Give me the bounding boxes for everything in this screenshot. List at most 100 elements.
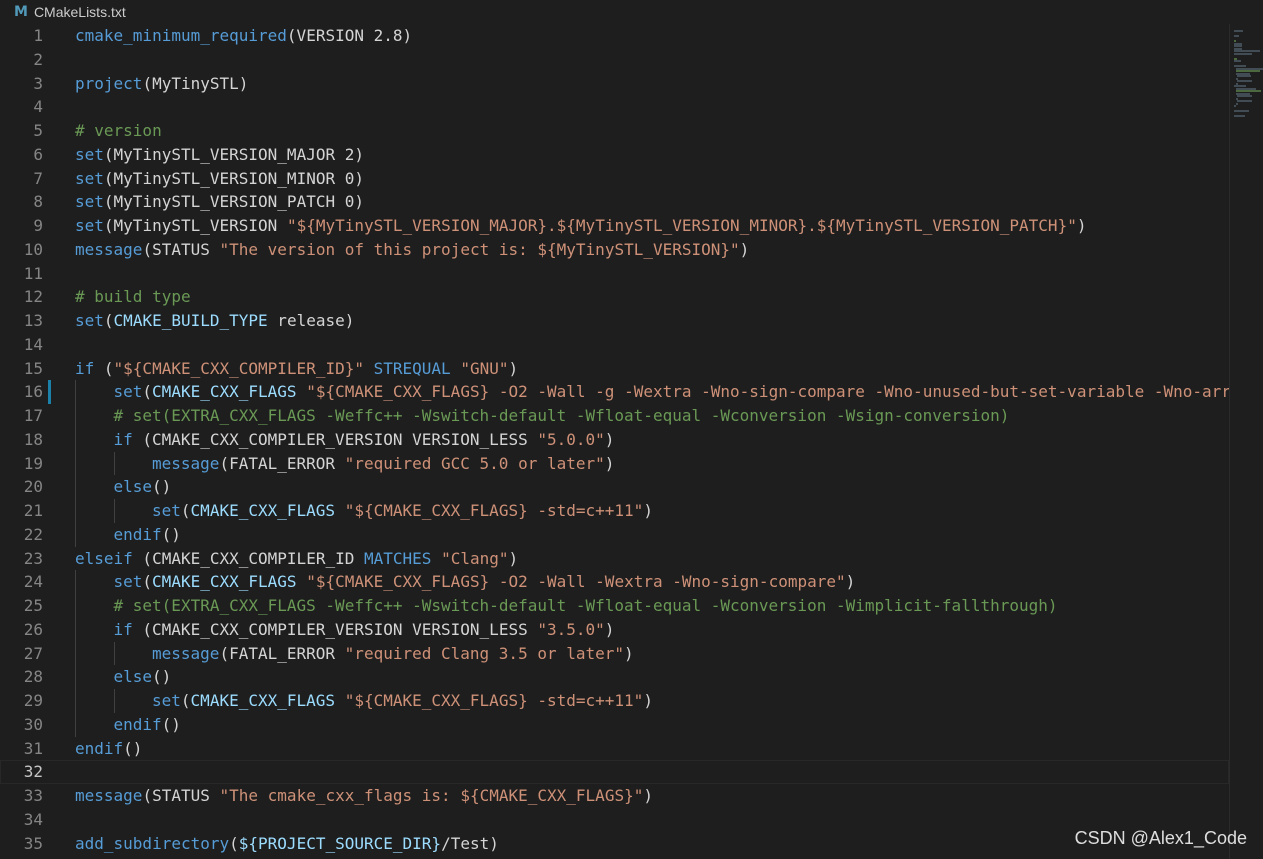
line-number: 10 [23, 239, 43, 259]
line-number: 8 [33, 192, 43, 212]
code-line[interactable]: 19 message(FATAL_ERROR "required GCC 5.0 … [0, 451, 1229, 476]
code-token: (STATUS [142, 786, 220, 805]
code-token: else [113, 477, 153, 497]
code-line[interactable]: 25 # set(EXTRA_CXX_FLAGS -Weffc++ -Wswitc… [0, 594, 1229, 618]
code-line[interactable]: 17 # set(EXTRA_CXX_FLAGS -Weffc++ -Wswitc… [0, 404, 1229, 428]
line-number: 25 [23, 596, 43, 615]
code-line[interactable]: 27 message(FATAL_ERROR "required Clang 3.… [0, 641, 1229, 666]
code-text: # build type [75, 285, 191, 309]
line-number: 32 [23, 762, 43, 782]
code-line[interactable]: 14 [0, 333, 1229, 357]
code-line[interactable]: 11 [0, 262, 1229, 286]
code-token: set [75, 144, 104, 164]
code-token: (CMAKE_CXX_COMPILER_VERSION VERSION_LESS [132, 429, 538, 449]
indent-guide [75, 570, 76, 594]
code-line[interactable]: 6 set(MyTinySTL_VERSION_MAJOR 2) [0, 143, 1229, 167]
minimap-line [1237, 100, 1252, 102]
code-line[interactable]: 15 if ("${CMAKE_CXX_COMPILER_ID}" STREQUA… [0, 357, 1229, 381]
code-line[interactable]: 16 set(CMAKE_CXX_FLAGS "${CMAKE_CXX_FLAGS… [0, 380, 1229, 404]
code-line[interactable]: 28 else() [0, 665, 1229, 689]
minimap-line [1234, 35, 1239, 37]
code-line[interactable]: 22 endif() [0, 522, 1229, 547]
code-line[interactable]: 26 if (CMAKE_CXX_COMPILER_VERSION VERSION… [0, 617, 1229, 642]
code-line[interactable]: 13 set(CMAKE_BUILD_TYPE release) [0, 309, 1229, 333]
code-token: ) [604, 453, 615, 473]
code-text: set(MyTinySTL_VERSION "${MyTinySTL_VERSI… [75, 214, 1086, 238]
code-line[interactable]: 29 set(CMAKE_CXX_FLAGS "${CMAKE_CXX_FLAGS… [0, 689, 1229, 713]
code-token: ${PROJECT_SOURCE_DIR} [238, 833, 442, 853]
code-line[interactable]: 23 elseif (CMAKE_CXX_COMPILER_ID MATCHES … [0, 547, 1229, 571]
code-line[interactable]: 31 endif() [0, 737, 1229, 761]
code-text: endif() [114, 523, 181, 547]
code-token: endif [75, 738, 124, 758]
code-line[interactable]: 30 endif() [0, 712, 1229, 737]
code-line[interactable]: 5 # version [0, 119, 1229, 143]
code-editor[interactable]: 1 cmake_minimum_required(VERSION 2.8) 2 3 pr… [0, 24, 1229, 859]
code-line[interactable]: 33 message(STATUS "The cmake_cxx_flags is… [0, 784, 1229, 808]
line-number: 23 [23, 548, 43, 568]
code-line[interactable]: 18 if (CMAKE_CXX_COMPILER_VERSION VERSION… [0, 427, 1229, 452]
indent-guide [113, 641, 115, 666]
code-line[interactable]: 21 set(CMAKE_CXX_FLAGS "${CMAKE_CXX_FLAGS… [0, 499, 1229, 523]
code-token: message [75, 786, 143, 805]
code-text: # set(EXTRA_CXX_FLAGS -Weffc++ -Wswitch-… [114, 594, 1058, 618]
code-text: # version [75, 119, 162, 143]
code-token: else [113, 667, 153, 687]
code-line[interactable]: 10 message(STATUS "The version of this pr… [0, 238, 1229, 262]
minimap-line [1234, 110, 1249, 112]
code-line[interactable]: 24 set(CMAKE_CXX_FLAGS "${CMAKE_CXX_FLAGS… [0, 570, 1229, 594]
code-text: cmake_minimum_required(VERSION 2.8) [75, 24, 412, 48]
code-line[interactable]: 12 # build type [0, 285, 1229, 309]
code-token: (CMAKE_CXX_COMPILER_VERSION VERSION_LESS [132, 619, 538, 639]
code-token: (VERSION 2.8) [286, 26, 413, 45]
code-line[interactable]: 9 set(MyTinySTL_VERSION "${MyTinySTL_VERS… [0, 214, 1229, 238]
code-line[interactable]: 32 [0, 760, 1229, 784]
code-line[interactable]: 34 [0, 808, 1229, 832]
code-line[interactable]: 35 add_subdirectory(${PROJECT_SOURCE_DIR}… [0, 832, 1229, 856]
code-token: project [75, 73, 143, 93]
minimap-line [1237, 75, 1251, 77]
code-token: message [75, 239, 143, 259]
code-line[interactable]: 1 cmake_minimum_required(VERSION 2.8) [0, 24, 1229, 48]
code-token: "3.5.0" [537, 619, 605, 639]
line-number: 31 [23, 738, 43, 758]
code-token: # build type [75, 287, 191, 307]
code-line[interactable]: 2 [0, 48, 1229, 72]
code-token: set [152, 501, 181, 520]
indent-guide [75, 617, 76, 642]
code-token: # set(EXTRA_CXX_FLAGS -Weffc++ -Wswitch-… [113, 406, 1010, 425]
code-token: # set(EXTRA_CXX_FLAGS -Weffc++ -Wswitch-… [113, 596, 1058, 615]
modified-indicator[interactable] [48, 380, 51, 404]
minimap[interactable] [1229, 24, 1263, 859]
code-token: "${CMAKE_CXX_FLAGS} -std=c++11" [344, 501, 644, 520]
line-number: 19 [23, 453, 43, 473]
line-number: 28 [23, 667, 43, 687]
code-token: ) [508, 358, 519, 378]
code-line[interactable]: 20 else() [0, 475, 1229, 499]
code-token: CMAKE_CXX_FLAGS [190, 691, 336, 710]
code-token: CMAKE_CXX_FLAGS [190, 501, 336, 520]
indent-guide [75, 404, 76, 428]
code-token: "${CMAKE_CXX_FLAGS} -O2 -Wall -g -Wextra… [306, 382, 1229, 402]
indent-guide [113, 689, 115, 713]
line-number: 26 [23, 619, 43, 639]
code-token: ) [643, 786, 653, 805]
line-number: 1 [33, 26, 43, 45]
line-number: 34 [23, 809, 43, 829]
code-token: "required GCC 5.0 or later" [344, 453, 605, 473]
code-line[interactable]: 3 project(MyTinySTL) [0, 72, 1229, 96]
code-line[interactable]: 4 [0, 95, 1229, 119]
code-text: message(STATUS "The cmake_cxx_flags is: … [75, 784, 653, 808]
code-token: (CMAKE_CXX_COMPILER_ID [132, 548, 364, 568]
code-line[interactable]: 7 set(MyTinySTL_VERSION_MINOR 0) [0, 167, 1229, 191]
code-token: CMAKE_BUILD_TYPE [113, 311, 268, 330]
code-token: "GNU" [460, 358, 509, 378]
tab-cmakelists[interactable]: M CMakeLists.txt [0, 0, 138, 24]
line-number: 24 [23, 572, 43, 592]
code-token: set [75, 168, 104, 188]
minimap-line [1235, 102, 1239, 105]
code-token: STREQUAL [373, 358, 451, 378]
code-line[interactable]: 8 set(MyTinySTL_VERSION_PATCH 0) [0, 190, 1229, 214]
